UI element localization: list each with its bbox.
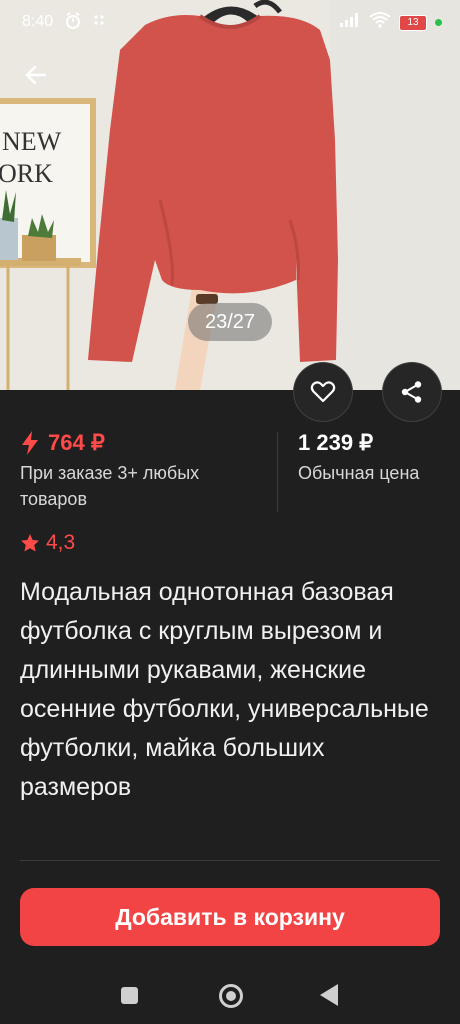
gallery-counter: 23/27 [188,303,272,341]
privacy-indicator-dot [435,19,442,26]
svg-text:ORK: ORK [0,159,53,188]
battery-icon: 13 [399,14,427,31]
heart-icon [310,381,336,403]
product-title: Модальная однотонная базовая футболка с … [20,578,429,801]
sale-price-block: 764 ₽ При заказе 3+ любых товаров [20,430,260,512]
back-button[interactable] [18,58,52,92]
regular-price-value: 1 239 ₽ [298,430,374,455]
sale-price-value: 764 ₽ [48,430,105,455]
rating-value: 4,3 [46,531,76,554]
share-icon [401,381,422,403]
more-notifications-icon [92,12,110,35]
content-divider [20,860,440,861]
wifi-icon [369,12,391,33]
signal-icon [339,12,361,33]
sale-price-note: При заказе 3+ любых товаров [20,463,200,509]
recent-apps-button[interactable] [121,987,138,1004]
sale-price: 764 ₽ [20,430,260,456]
regular-price-note: Обычная цена [298,463,420,483]
star-icon [21,534,39,552]
status-time: 8:40 [22,13,54,30]
share-button[interactable] [382,362,442,422]
home-button[interactable] [219,984,243,1008]
status-bar: 8:40 13 [0,0,460,44]
favorite-button[interactable] [293,362,353,422]
back-arrow-icon [25,65,46,85]
price-divider [277,432,278,512]
add-to-cart-button[interactable]: Добавить в корзину [20,888,440,946]
regular-price-block: 1 239 ₽ Обычная цена [298,430,448,486]
alarm-icon [64,12,82,35]
product-rating[interactable]: 4,3 [20,531,75,555]
system-navigation-bar [0,970,460,1024]
system-back-button[interactable] [320,984,338,1006]
lightning-icon [22,431,38,455]
svg-text:NEW: NEW [2,127,62,156]
